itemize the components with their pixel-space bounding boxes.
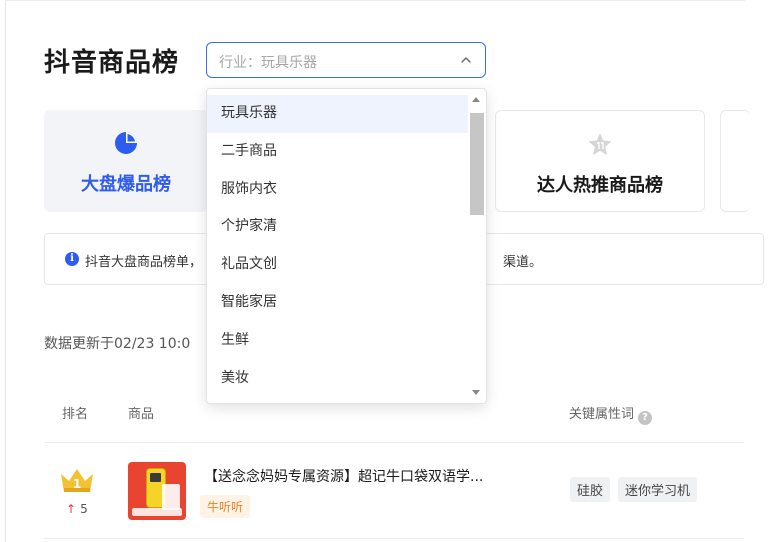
industry-option[interactable]: 美妆	[207, 360, 468, 398]
header-divider	[44, 442, 744, 443]
industry-option[interactable]: 智能家居	[207, 284, 468, 322]
arrow-up-icon: ↑	[66, 502, 77, 516]
attribute-tag: 硅胶	[570, 477, 611, 502]
card-market-hot-label: 大盘爆品榜	[81, 174, 171, 195]
product-title-link[interactable]: 【送念念妈妈专属资源】超记牛口袋双语学...	[204, 466, 483, 486]
industry-select-value: 行业：玩具乐器	[219, 55, 317, 71]
chevron-up-icon	[461, 57, 471, 63]
rank-change: ↑ 5	[66, 502, 88, 516]
product-image-strip	[132, 508, 182, 516]
column-header-product: 商品	[128, 407, 155, 422]
star-badge-icon	[588, 133, 612, 155]
product-image-box	[162, 484, 180, 510]
attribute-tag: 迷你学习机	[618, 477, 698, 502]
scroll-down-arrow-icon[interactable]	[472, 390, 480, 395]
shop-tag[interactable]: 牛听听	[200, 495, 251, 518]
help-icon[interactable]: ?	[638, 411, 653, 425]
rank-change-value: 5	[80, 502, 88, 516]
frame-top-border	[5, 0, 745, 1]
industry-option[interactable]: 二手商品	[207, 133, 468, 171]
svg-text:1: 1	[73, 477, 81, 491]
card-next[interactable]	[720, 110, 750, 212]
notice-text: 抖音大盘商品榜单，	[85, 255, 203, 270]
industry-option[interactable]: 个护家清	[207, 208, 468, 246]
notice-text-tail: 渠道。	[503, 255, 543, 270]
scrollbar-thumb[interactable]	[470, 113, 484, 215]
product-thumbnail[interactable]	[128, 462, 186, 520]
info-icon: i	[65, 252, 79, 266]
industry-option[interactable]: 玩具乐器	[207, 95, 468, 133]
industry-option-list: 玩具乐器 二手商品 服饰内衣 个护家清 礼品文创 智能家居 生鲜 美妆	[207, 95, 468, 397]
crown-rank-icon: 1	[61, 469, 93, 492]
dropdown-scrollbar[interactable]	[469, 95, 484, 397]
scroll-up-arrow-icon[interactable]	[472, 97, 480, 102]
industry-option[interactable]: 服饰内衣	[207, 171, 468, 209]
card-market-hot[interactable]: 大盘爆品榜	[44, 110, 208, 212]
card-talent-promo[interactable]: 达人热推商品榜	[495, 110, 705, 212]
industry-option[interactable]: 生鲜	[207, 322, 468, 360]
row-divider	[44, 538, 744, 539]
industry-select[interactable]: 行业：玩具乐器	[206, 42, 486, 78]
pie-chart-icon	[115, 132, 137, 154]
industry-dropdown[interactable]: 玩具乐器 二手商品 服饰内衣 个护家清 礼品文创 智能家居 生鲜 美妆	[206, 88, 487, 404]
column-header-attributes-label: 关键属性词	[569, 407, 635, 422]
column-header-rank: 排名	[62, 407, 89, 422]
industry-option[interactable]: 礼品文创	[207, 246, 468, 284]
column-header-attributes: 关键属性词?	[569, 403, 653, 425]
page-title: 抖音商品榜	[44, 48, 180, 78]
update-time: 数据更新于02/23 10:0	[44, 336, 191, 352]
card-talent-promo-label: 达人热推商品榜	[537, 175, 663, 196]
frame-left-border	[5, 0, 6, 542]
